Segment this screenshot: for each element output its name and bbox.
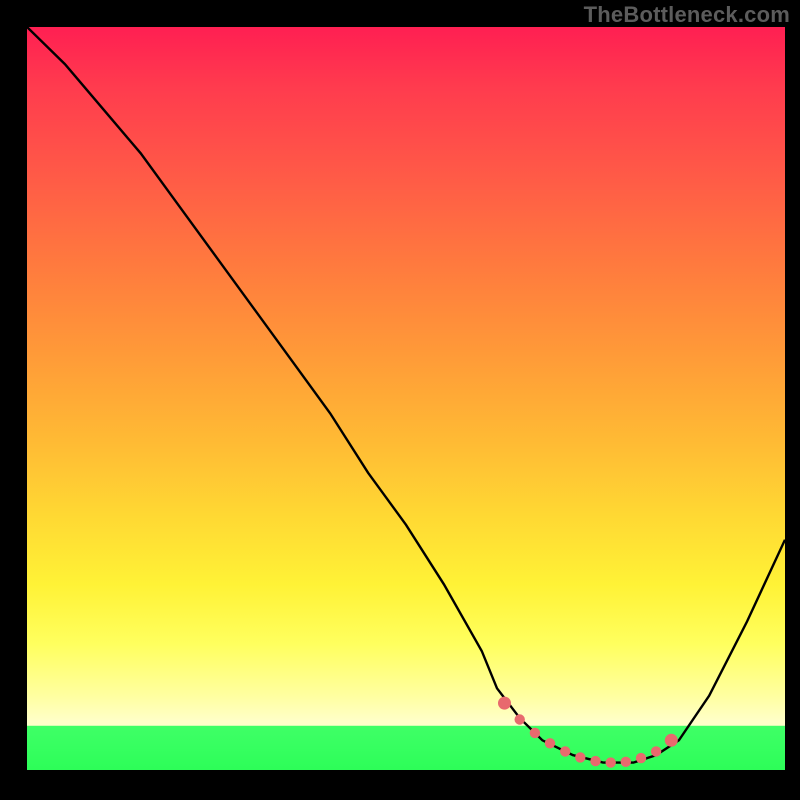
curve-svg: [27, 27, 785, 770]
bottleneck-curve-path: [27, 27, 785, 763]
optimal-dot: [498, 697, 511, 710]
optimal-dot: [560, 746, 570, 756]
optimal-dot: [515, 714, 525, 724]
optimal-dot: [575, 752, 585, 762]
plot-area: [27, 27, 785, 770]
optimal-dot: [606, 757, 616, 767]
optimal-dot: [545, 738, 555, 748]
optimal-dot: [651, 746, 661, 756]
optimal-dot: [530, 728, 540, 738]
chart-container: TheBottleneck.com: [0, 0, 800, 800]
optimal-dot: [636, 753, 646, 763]
optimal-dot: [590, 756, 600, 766]
watermark-text: TheBottleneck.com: [584, 2, 790, 28]
optimal-dot: [621, 757, 631, 767]
optimal-dot: [665, 734, 678, 747]
